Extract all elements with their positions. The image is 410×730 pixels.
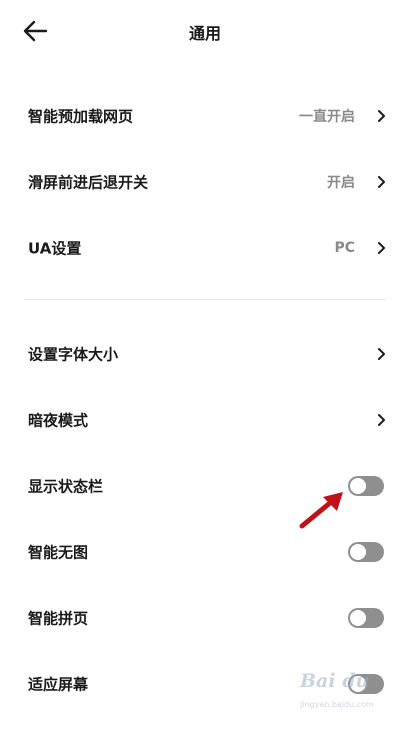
setting-row-ua[interactable]: UA设置 PC <box>0 215 410 281</box>
chevron-right-icon <box>378 414 385 426</box>
setting-row-page-join: 智能拼页 <box>0 585 410 651</box>
baidu-watermark: Bai du jingyan.baidu.com <box>300 670 400 720</box>
setting-row-dark-mode[interactable]: 暗夜模式 <box>0 387 410 453</box>
setting-row-preload[interactable]: 智能预加载网页 一直开启 <box>0 83 410 149</box>
toggle-knob <box>350 610 366 626</box>
setting-row-font-size[interactable]: 设置字体大小 <box>0 321 410 387</box>
setting-label: 设置字体大小 <box>28 345 119 364</box>
toggle-knob <box>350 544 366 560</box>
chevron-right-icon <box>378 242 385 254</box>
header: 通用 <box>0 0 410 62</box>
setting-label: 滑屏前进后退开关 <box>28 173 149 192</box>
setting-value: 开启 <box>327 175 355 191</box>
page-title: 通用 <box>188 24 221 43</box>
page-join-toggle[interactable] <box>348 608 384 628</box>
setting-label: 智能拼页 <box>28 609 89 628</box>
watermark-url: jingyan.baidu.com <box>300 700 374 709</box>
setting-value: 一直开启 <box>299 109 355 125</box>
watermark-logo: Bai du <box>300 670 370 692</box>
setting-row-no-image: 智能无图 <box>0 519 410 585</box>
section-divider <box>24 299 386 300</box>
chevron-right-icon <box>378 110 385 122</box>
setting-label: 显示状态栏 <box>28 477 104 496</box>
setting-label: UA设置 <box>28 239 82 258</box>
setting-label: 智能预加载网页 <box>28 107 134 126</box>
setting-label: 智能无图 <box>28 543 89 562</box>
setting-row-status-bar: 显示状态栏 <box>0 453 410 519</box>
setting-label: 暗夜模式 <box>28 411 89 430</box>
annotation-arrow-icon <box>299 492 343 529</box>
setting-row-swipe-nav[interactable]: 滑屏前进后退开关 开启 <box>0 149 410 215</box>
chevron-right-icon <box>378 348 385 360</box>
setting-label: 适应屏幕 <box>28 675 89 694</box>
no-image-toggle[interactable] <box>348 542 384 562</box>
status-bar-toggle[interactable] <box>348 476 384 496</box>
toggle-knob <box>350 478 366 494</box>
chevron-right-icon <box>378 176 385 188</box>
setting-value: PC <box>334 240 355 256</box>
